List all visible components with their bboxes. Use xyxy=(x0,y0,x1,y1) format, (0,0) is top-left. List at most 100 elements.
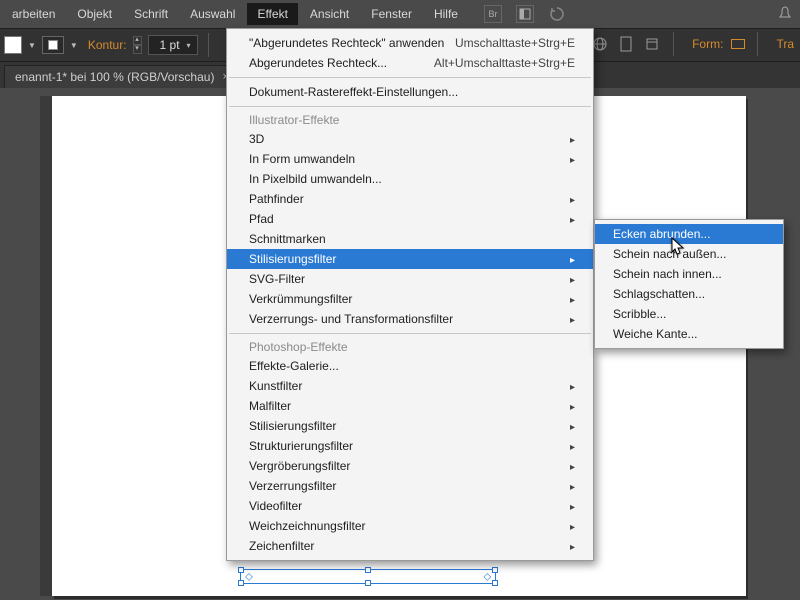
submenu-inner-glow[interactable]: Schein nach innen... xyxy=(595,264,783,284)
submenu-arrow-icon xyxy=(570,152,575,166)
menu-schrift[interactable]: Schrift xyxy=(124,3,178,25)
menu-svg-filters[interactable]: SVG-Filter xyxy=(227,269,593,289)
menu-last-effect[interactable]: Abgerundetes Rechteck... Alt+Umschalttas… xyxy=(227,53,593,73)
notifications-icon[interactable] xyxy=(778,6,792,25)
selected-object[interactable]: ◇ ◇ xyxy=(240,569,496,584)
document-tab-title: enannt-1* bei 100 % (RGB/Vorschau) xyxy=(15,70,214,84)
menu-item-label: Verzerrungsfilter xyxy=(249,479,336,493)
swatch-dropdown-icon[interactable]: ▼ xyxy=(28,41,36,50)
menu-item-label: Scribble... xyxy=(613,307,666,321)
submenu-arrow-icon xyxy=(570,212,575,226)
menubar-extras: Br xyxy=(484,5,566,23)
selection-handle[interactable] xyxy=(492,567,498,573)
menu-item-label: Stilisierungsfilter xyxy=(249,419,336,433)
fill-swatch[interactable] xyxy=(4,36,22,54)
menu-item-label: Videofilter xyxy=(249,499,302,513)
document-setup-icon[interactable] xyxy=(617,35,635,53)
menu-section-photoshop: Photoshop-Effekte xyxy=(227,338,593,356)
menu-separator xyxy=(229,77,591,78)
submenu-arrow-icon xyxy=(570,292,575,306)
menu-item-label: In Pixelbild umwandeln... xyxy=(249,172,382,186)
menu-item-label: "Abgerundetes Rechteck" anwenden xyxy=(249,36,444,50)
menu-item-shortcut: Alt+Umschalttaste+Strg+E xyxy=(434,56,575,70)
menu-blur[interactable]: Weichzeichnungsfilter xyxy=(227,516,593,536)
selection-handle[interactable] xyxy=(492,580,498,586)
menu-item-label: Schein nach innen... xyxy=(613,267,722,281)
preferences-icon[interactable] xyxy=(643,35,661,53)
menu-objekt[interactable]: Objekt xyxy=(67,3,122,25)
menu-separator xyxy=(229,106,591,107)
menu-item-shortcut: Umschalttaste+Strg+E xyxy=(455,36,575,50)
shape-rect-icon[interactable] xyxy=(731,39,745,49)
menu-video[interactable]: Videofilter xyxy=(227,496,593,516)
stroke-swatch[interactable] xyxy=(42,36,64,54)
menu-item-label: Schnittmarken xyxy=(249,232,326,246)
menu-section-illustrator: Illustrator-Effekte xyxy=(227,111,593,129)
transform-label[interactable]: Tra xyxy=(776,37,794,51)
menu-brush-strokes[interactable]: Malfilter xyxy=(227,396,593,416)
menu-sketch[interactable]: Zeichenfilter xyxy=(227,536,593,556)
menu-texture[interactable]: Strukturierungsfilter xyxy=(227,436,593,456)
menu-convert-to-shape[interactable]: In Form umwandeln xyxy=(227,149,593,169)
submenu-outer-glow[interactable]: Schein nach außen... xyxy=(595,244,783,264)
submenu-feather[interactable]: Weiche Kante... xyxy=(595,324,783,344)
ruler-left xyxy=(40,96,52,596)
toolbar-divider xyxy=(208,33,209,57)
menu-distort-transform[interactable]: Verzerrungs- und Transformationsfilter xyxy=(227,309,593,329)
menu-effect-gallery[interactable]: Effekte-Galerie... xyxy=(227,356,593,376)
stroke-label: Kontur: xyxy=(88,38,127,52)
selection-handle[interactable] xyxy=(365,567,371,573)
menu-item-label: Weichzeichnungsfilter xyxy=(249,519,366,533)
menu-item-label: Schlagschatten... xyxy=(613,287,705,301)
menu-pathfinder[interactable]: Pathfinder xyxy=(227,189,593,209)
submenu-scribble[interactable]: Scribble... xyxy=(595,304,783,324)
selection-handle[interactable] xyxy=(238,567,244,573)
menu-ansicht[interactable]: Ansicht xyxy=(300,3,359,25)
menu-warp[interactable]: Verkrümmungsfilter xyxy=(227,289,593,309)
menu-item-label: Malfilter xyxy=(249,399,291,413)
stroke-weight-dropdown-icon[interactable]: ▾ xyxy=(187,41,191,50)
stroke-swatch-dropdown-icon[interactable]: ▼ xyxy=(70,41,78,50)
submenu-arrow-icon xyxy=(570,499,575,513)
menu-stylize-ps[interactable]: Stilisierungsfilter xyxy=(227,416,593,436)
submenu-arrow-icon xyxy=(570,439,575,453)
submenu-arrow-icon xyxy=(570,192,575,206)
bridge-icon[interactable]: Br xyxy=(484,5,502,23)
menu-arbeiten[interactable]: arbeiten xyxy=(2,3,65,25)
form-label: Form: xyxy=(692,37,723,51)
menu-crop-marks[interactable]: Schnittmarken xyxy=(227,229,593,249)
toolbar-right-cluster: Form: Tra xyxy=(574,32,794,56)
stroke-weight-field[interactable]: ▾ xyxy=(148,35,198,55)
menu-path[interactable]: Pfad xyxy=(227,209,593,229)
submenu-drop-shadow[interactable]: Schlagschatten... xyxy=(595,284,783,304)
menu-apply-last-effect[interactable]: "Abgerundetes Rechteck" anwenden Umschal… xyxy=(227,33,593,53)
menu-stylize[interactable]: Stilisierungsfilter xyxy=(227,249,593,269)
sync-icon[interactable] xyxy=(548,5,566,23)
menu-item-label: Pathfinder xyxy=(249,192,304,206)
menu-item-label: SVG-Filter xyxy=(249,272,305,286)
menu-pixelate[interactable]: Vergröberungsfilter xyxy=(227,456,593,476)
menu-effekt[interactable]: Effekt xyxy=(247,3,297,25)
menu-item-label: Vergröberungsfilter xyxy=(249,459,350,473)
layout-grid-icon[interactable] xyxy=(516,5,534,23)
menu-raster-settings[interactable]: Dokument-Rastereffekt-Einstellungen... xyxy=(227,82,593,102)
anchor-start-icon: ◇ xyxy=(245,571,253,582)
selection-handle[interactable] xyxy=(238,580,244,586)
stroke-weight-input[interactable] xyxy=(155,38,185,52)
menu-fenster[interactable]: Fenster xyxy=(361,3,422,25)
menu-item-label: Kunstfilter xyxy=(249,379,302,393)
menu-distort-ps[interactable]: Verzerrungsfilter xyxy=(227,476,593,496)
submenu-arrow-icon xyxy=(570,272,575,286)
menu-item-label: Dokument-Rastereffekt-Einstellungen... xyxy=(249,85,458,99)
menu-artistic[interactable]: Kunstfilter xyxy=(227,376,593,396)
selection-handle[interactable] xyxy=(365,580,371,586)
document-tab[interactable]: enannt-1* bei 100 % (RGB/Vorschau) × xyxy=(4,65,240,88)
menu-3d[interactable]: 3D xyxy=(227,129,593,149)
menu-auswahl[interactable]: Auswahl xyxy=(180,3,245,25)
menu-hilfe[interactable]: Hilfe xyxy=(424,3,468,25)
submenu-round-corners[interactable]: Ecken abrunden... xyxy=(595,224,783,244)
stroke-weight-spinner[interactable]: ▴▾ xyxy=(133,36,142,54)
menu-rasterize[interactable]: In Pixelbild umwandeln... xyxy=(227,169,593,189)
menu-item-label: 3D xyxy=(249,132,264,146)
menu-separator xyxy=(229,333,591,334)
